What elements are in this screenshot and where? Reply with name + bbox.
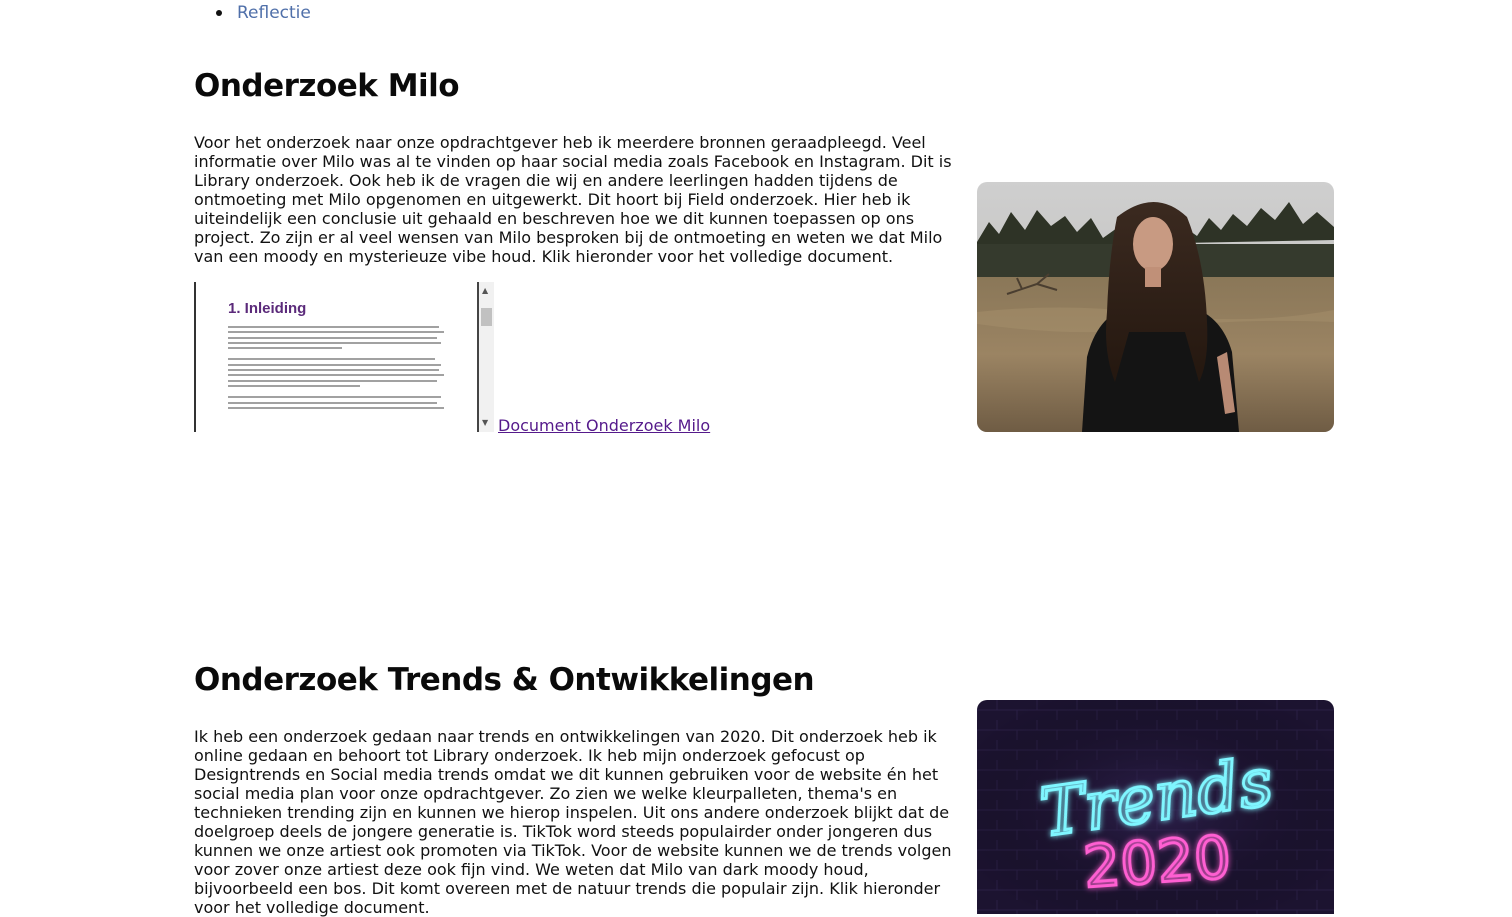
scroll-down-arrow-icon[interactable]: ▼ (482, 418, 488, 427)
section-text-trends: Ik heb een onderzoek gedaan naar trends … (194, 727, 952, 917)
nav-item-reflectie: Reflectie (216, 0, 311, 26)
section-title-milo: Onderzoek Milo (194, 68, 460, 104)
document-link-milo[interactable]: Document Onderzoek Milo (498, 416, 710, 435)
document-text-lines (228, 326, 448, 412)
document-heading: 1. Inleiding (228, 300, 307, 317)
nav-list: Reflectie (216, 0, 311, 26)
scroll-up-arrow-icon[interactable]: ▲ (482, 286, 488, 295)
nav-link-reflectie[interactable]: Reflectie (237, 3, 311, 23)
document-page: 1. Inleiding (196, 282, 479, 432)
section-text-milo: Voor het onderzoek naar onze opdrachtgev… (194, 133, 952, 266)
milo-portrait-image (977, 182, 1334, 432)
section-title-trends: Onderzoek Trends & Ontwikkelingen (194, 662, 815, 698)
scroll-thumb[interactable] (481, 308, 492, 326)
neon-year: 2020 (1081, 823, 1233, 901)
document-scrollbar[interactable]: ▲ ▼ (479, 282, 494, 432)
document-preview-milo[interactable]: 1. Inleiding ▲ ▼ (194, 282, 496, 432)
trends-2020-image: Trends 2020 (977, 700, 1334, 914)
